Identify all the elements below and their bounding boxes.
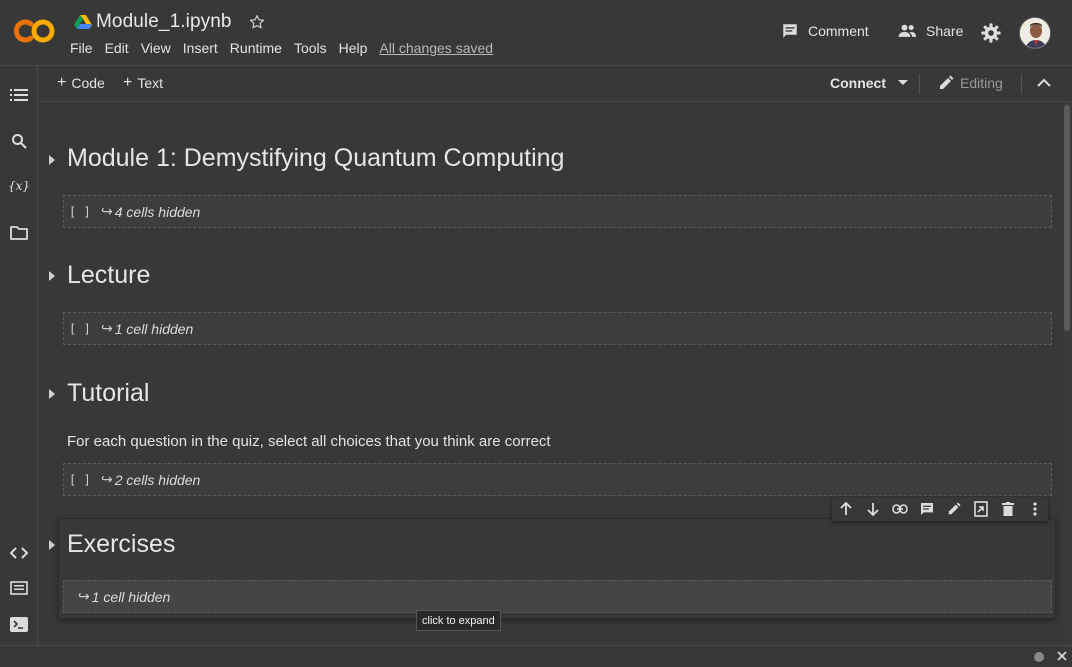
menu-runtime[interactable]: Runtime — [230, 40, 288, 56]
cell-toolbar — [832, 497, 1048, 521]
subdirectory-arrow-icon: ↪ — [78, 588, 90, 604]
hidden-cells-collapsed[interactable]: [ ] ↪ 4 cells hidden — [63, 195, 1052, 228]
account-avatar[interactable] — [1019, 17, 1051, 49]
section-heading: Module 1: Demystifying Quantum Computing — [67, 144, 565, 172]
section-paragraph: For each question in the quiz, select al… — [67, 433, 551, 450]
plus-icon: + — [57, 74, 67, 91]
notebook-title[interactable]: Module_1.ipynb — [96, 11, 232, 33]
add-text-button[interactable]: + Text — [123, 74, 164, 92]
command-palette-button[interactable] — [9, 578, 29, 598]
add-text-label: Text — [137, 75, 164, 91]
chevron-up-icon[interactable] — [1035, 74, 1053, 92]
hidden-cells-label: 1 cell hidden — [114, 320, 194, 337]
comment-button[interactable]: Comment — [781, 22, 869, 40]
cell-run-brackets[interactable]: [ ] — [69, 473, 101, 487]
connect-button[interactable]: Connect — [830, 75, 908, 91]
menu-edit[interactable]: Edit — [105, 40, 135, 56]
link-icon[interactable] — [891, 500, 909, 518]
subdirectory-arrow-icon: ↪ — [101, 471, 113, 487]
vertical-scrollbar[interactable] — [1062, 103, 1072, 645]
section-expand-caret[interactable] — [49, 389, 55, 399]
section-expand-caret[interactable] — [49, 540, 55, 550]
folder-icon — [10, 226, 28, 240]
section-heading: Lecture — [67, 261, 151, 289]
avatar-icon — [1020, 18, 1050, 48]
command-palette-icon — [10, 581, 28, 595]
hidden-cells-label: 2 cells hidden — [114, 471, 201, 488]
section-heading: Tutorial — [67, 379, 150, 407]
connect-label: Connect — [830, 75, 886, 91]
tooltip: click to expand — [416, 610, 501, 631]
comment-label: Comment — [808, 23, 869, 39]
menu-file[interactable]: File — [70, 40, 99, 56]
search-button[interactable] — [9, 131, 29, 151]
share-button[interactable]: Share — [897, 22, 963, 40]
menu-tools[interactable]: Tools — [294, 40, 333, 56]
drive-icon[interactable] — [74, 14, 92, 30]
runtime-status-indicator[interactable] — [1034, 652, 1044, 662]
share-icon — [898, 24, 917, 37]
chevron-down-icon[interactable] — [898, 80, 908, 86]
hidden-cells-collapsed[interactable]: [ ] ↪ 1 cell hidden — [63, 312, 1052, 345]
pencil-icon — [940, 75, 954, 89]
section-heading: Exercises — [67, 530, 176, 558]
edit-icon[interactable] — [945, 500, 963, 518]
toolbar-divider — [919, 74, 920, 94]
comment-icon — [783, 24, 797, 38]
variables-icon: {x} — [7, 179, 31, 193]
colab-logo-icon[interactable] — [12, 14, 56, 48]
menu-bar: File Edit View Insert Runtime Tools Help… — [70, 40, 505, 56]
hidden-cells-collapsed[interactable]: [ ] ↪ 2 cells hidden — [63, 463, 1052, 496]
subdirectory-arrow-icon: ↪ — [101, 203, 113, 219]
menu-help[interactable]: Help — [339, 40, 374, 56]
toolbar-divider — [1021, 74, 1022, 94]
terminal-button[interactable] — [9, 614, 29, 634]
left-rail: {x} — [0, 66, 38, 645]
variables-button[interactable]: {x} — [7, 176, 31, 196]
plus-icon: + — [123, 74, 133, 91]
section-expand-caret[interactable] — [49, 271, 55, 281]
hidden-cells-label: 4 cells hidden — [114, 203, 201, 220]
arrow-up-icon[interactable] — [837, 500, 855, 518]
subdirectory-arrow-icon: ↪ — [101, 320, 113, 336]
title-row: Module_1.ipynb — [74, 10, 266, 34]
table-of-contents-icon — [10, 89, 28, 101]
menu-insert[interactable]: Insert — [183, 40, 224, 56]
code-snippets-icon — [10, 547, 28, 559]
terminal-icon — [10, 616, 28, 632]
app-header: Module_1.ipynb File Edit View Insert Run… — [0, 0, 1072, 66]
menu-view[interactable]: View — [141, 40, 177, 56]
notebook-toolbar: + Code + Text Connect Editing — [39, 66, 1072, 102]
code-snippets-button[interactable] — [9, 543, 29, 563]
more-vert-icon[interactable] — [1026, 500, 1044, 518]
section-expand-caret[interactable] — [49, 155, 55, 165]
hidden-cells-label: 1 cell hidden — [91, 588, 171, 605]
cell-run-brackets[interactable]: [ ] — [69, 322, 101, 336]
table-of-contents-button[interactable] — [9, 85, 29, 105]
comment-icon[interactable] — [918, 500, 936, 518]
status-bar — [0, 645, 1072, 667]
share-label: Share — [926, 23, 964, 39]
scrollbar-thumb[interactable] — [1064, 105, 1070, 331]
hidden-cells-collapsed[interactable]: ↪ 1 cell hidden — [63, 580, 1052, 613]
save-status-link[interactable]: All changes saved — [379, 40, 499, 56]
add-code-button[interactable]: + Code — [57, 74, 105, 92]
cell-run-brackets[interactable]: [ ] — [69, 205, 101, 219]
star-icon[interactable] — [248, 13, 266, 31]
delete-icon[interactable] — [999, 500, 1017, 518]
arrow-down-icon[interactable] — [864, 500, 882, 518]
add-code-label: Code — [71, 75, 105, 91]
close-icon[interactable] — [1056, 650, 1068, 662]
gear-icon[interactable] — [980, 22, 1002, 44]
mirror-cell-icon[interactable] — [972, 500, 990, 518]
files-button[interactable] — [9, 223, 29, 243]
search-icon — [12, 134, 27, 149]
editing-mode-button[interactable]: Editing — [938, 75, 1003, 91]
editing-label: Editing — [960, 75, 1003, 91]
